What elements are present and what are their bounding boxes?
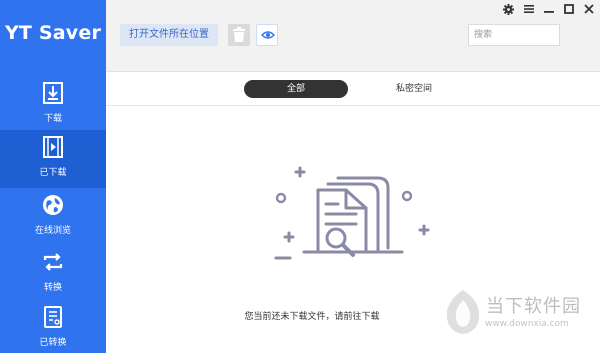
sidebar-item-download[interactable]: 下载 (0, 76, 106, 134)
sidebar-item-convert[interactable]: 转换 (0, 245, 106, 303)
minimize-button[interactable] (541, 2, 557, 16)
delete-button[interactable] (228, 24, 250, 46)
tab-private-space[interactable]: 私密空间 (376, 80, 452, 98)
sidebar-item-label: 在线浏览 (34, 226, 71, 236)
empty-documents-illustration (274, 166, 430, 260)
globe-icon (43, 195, 63, 215)
app-title: YT Saver (4, 22, 102, 44)
maximize-icon (564, 4, 574, 14)
download-icon (43, 82, 63, 104)
gear-icon (503, 4, 514, 15)
trash-icon (233, 27, 245, 42)
sidebar-item-label: 下载 (43, 114, 62, 124)
minimize-icon (544, 11, 554, 13)
converted-file-icon (44, 306, 62, 328)
eye-icon (261, 31, 275, 39)
close-icon (584, 4, 594, 14)
settings-button[interactable] (500, 2, 516, 16)
menu-icon (524, 5, 534, 13)
tab-all[interactable]: 全部 (244, 80, 348, 98)
sidebar-item-downloaded[interactable]: 已下载 (0, 130, 106, 188)
sidebar-item-label: 转换 (43, 283, 62, 293)
sidebar-item-label: 已转换 (39, 338, 67, 348)
watermark-title: 当下软件园 (486, 296, 581, 317)
preview-button[interactable] (256, 24, 278, 46)
sidebar-item-browse-online[interactable]: 在线浏览 (0, 188, 106, 246)
watermark-url: www.downxia.com (485, 319, 569, 329)
open-file-location-button[interactable]: 打开文件所在位置 (120, 24, 218, 46)
watermark-logo (446, 290, 480, 334)
sidebar-item-converted[interactable]: 已转换 (0, 300, 106, 353)
search-input[interactable] (468, 24, 560, 46)
close-button[interactable] (581, 2, 597, 16)
film-icon (43, 136, 63, 158)
convert-icon (43, 253, 63, 271)
maximize-button[interactable] (561, 2, 577, 16)
sidebar-item-label: 已下载 (39, 168, 67, 178)
menu-button[interactable] (521, 2, 537, 16)
sidebar: YT Saver 下载 已下载 在线浏览 转换 已转换 (0, 0, 106, 353)
tab-bar: 全部 私密空间 (106, 72, 600, 106)
